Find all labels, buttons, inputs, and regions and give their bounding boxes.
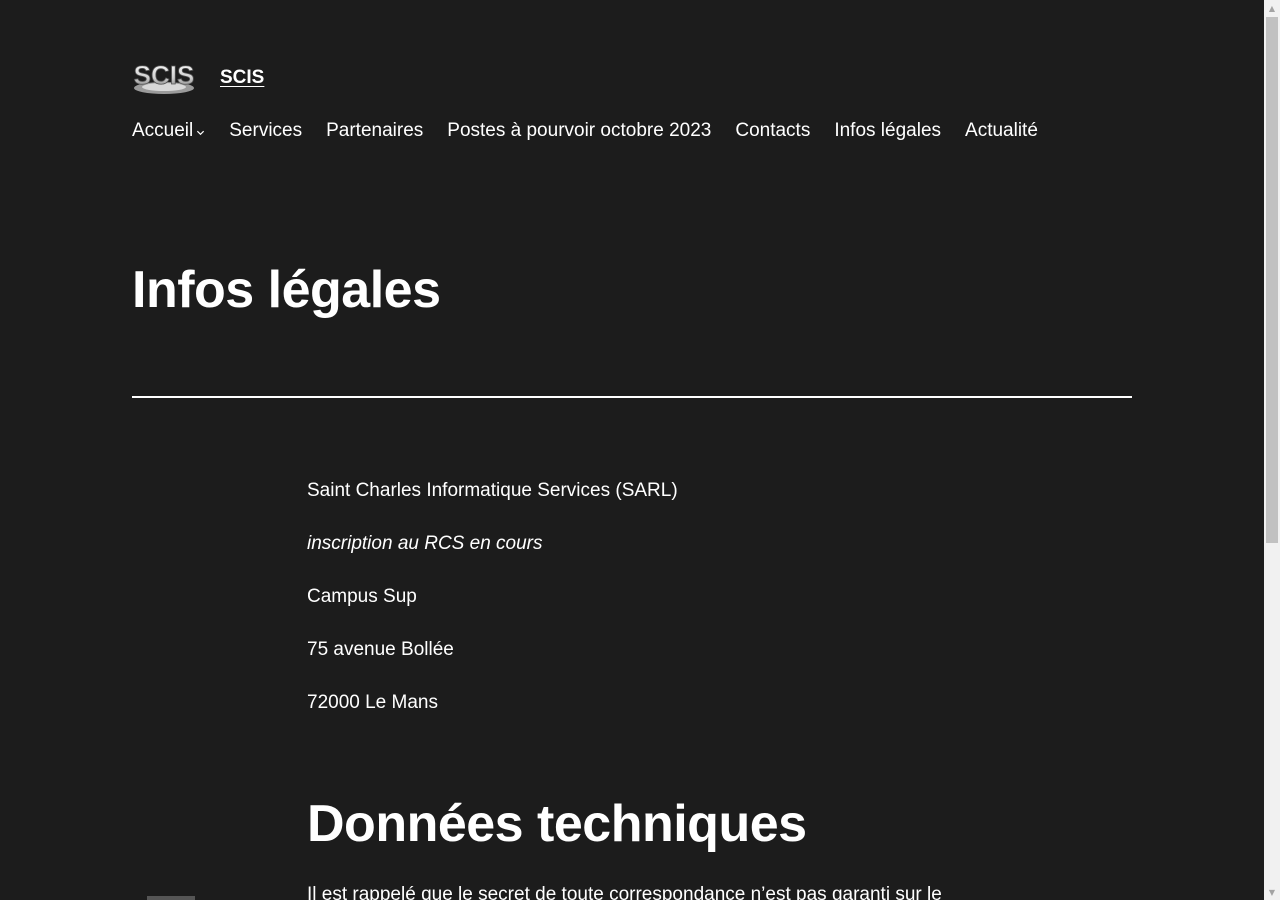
page-content: Saint Charles Informatique Services (SAR… [307, 480, 987, 745]
address-line-3: 72000 Le Mans [307, 692, 438, 713]
site-title-link[interactable]: SCIS [220, 67, 264, 89]
section-paragraph: Il est rappelé que le secret de toute co… [307, 884, 942, 900]
nav-item-label: Accueil [132, 120, 194, 141]
logo-image: SCIS [133, 60, 195, 94]
side-tab [147, 896, 195, 900]
rcs-status: inscription au RCS en cours [307, 533, 543, 554]
nav-item-services[interactable]: Services [229, 120, 302, 142]
chevron-down-icon[interactable] [196, 128, 205, 137]
nav-item-actualite[interactable]: Actualité [965, 120, 1038, 142]
site-logo[interactable]: SCIS [132, 60, 196, 96]
address-line-2: 75 avenue Bollée [307, 639, 454, 660]
vertical-scrollbar[interactable]: ▲ ▼ [1264, 0, 1280, 900]
address-line-1: Campus Sup [307, 586, 417, 607]
page: SCIS SCIS Accueil Services Partenaires P… [0, 0, 1264, 900]
page-title: Infos légales [132, 261, 441, 319]
logo-text: SCIS [134, 60, 195, 90]
scroll-up-arrow-icon[interactable]: ▲ [1264, 0, 1280, 16]
nav-item-postes[interactable]: Postes à pourvoir octobre 2023 [447, 120, 711, 142]
title-separator [132, 396, 1132, 398]
nav-item-accueil[interactable]: Accueil [132, 120, 205, 142]
main-navigation: Accueil Services Partenaires Postes à po… [132, 120, 1062, 142]
branding: SCIS SCIS [132, 58, 1132, 98]
scroll-down-arrow-icon[interactable]: ▼ [1264, 884, 1280, 900]
section-title-donnees-techniques: Données techniques [307, 795, 807, 853]
nav-item-infos-legales[interactable]: Infos légales [834, 120, 941, 142]
site-header: SCIS SCIS Accueil Services Partenaires P… [132, 58, 1132, 141]
nav-item-contacts[interactable]: Contacts [735, 120, 810, 142]
nav-item-partenaires[interactable]: Partenaires [326, 120, 423, 142]
company-name: Saint Charles Informatique Services (SAR… [307, 480, 678, 501]
scrollbar-thumb[interactable] [1266, 17, 1278, 543]
